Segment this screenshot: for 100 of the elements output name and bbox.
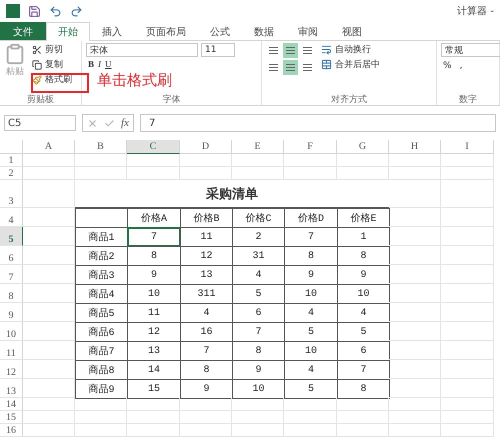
row-header[interactable]: 2 [0,167,23,180]
row-header[interactable]: 8 [0,284,23,303]
insert-function-button[interactable]: fx [121,117,129,129]
row-header[interactable]: 1 [0,154,23,167]
empty-cell[interactable] [389,265,441,284]
empty-cell[interactable] [75,398,127,411]
empty-cell[interactable] [284,154,337,167]
empty-cell[interactable] [232,424,284,437]
row-header[interactable]: 5 [0,227,23,246]
enter-icon[interactable] [104,118,115,128]
empty-cell[interactable] [180,167,232,180]
ribbon-tab[interactable]: 审阅 [286,22,330,40]
empty-cell[interactable] [441,360,494,379]
empty-cell[interactable] [441,180,494,208]
name-box[interactable]: C5 [4,115,76,131]
row-header[interactable]: 12 [0,360,23,379]
empty-cell[interactable] [441,208,494,227]
row-header[interactable]: 11 [0,341,23,360]
copy-button[interactable]: 复制 [30,58,74,71]
empty-cell[interactable] [75,424,127,437]
row-header[interactable]: 13 [0,379,23,398]
empty-cell[interactable] [284,411,337,424]
merge-center-button[interactable]: 合并后居中 [319,58,382,71]
row-header[interactable]: 3 [0,180,23,208]
underline-button[interactable]: U [103,59,114,69]
empty-cell[interactable] [441,379,494,398]
empty-cell[interactable] [180,411,232,424]
empty-cell[interactable] [284,167,337,180]
ribbon-tab[interactable]: 数据 [242,22,286,40]
empty-cell[interactable] [441,411,494,424]
font-name-field[interactable]: 宋体 [86,43,198,57]
ribbon-tab[interactable]: 视图 [330,22,374,40]
number-format-field[interactable]: 常规 [441,43,500,57]
empty-cell[interactable] [284,398,337,411]
column-header[interactable]: B [75,140,127,154]
empty-cell[interactable] [389,360,441,379]
empty-cell[interactable] [389,341,441,360]
ribbon-tab[interactable]: 公式 [198,22,242,40]
percent-button[interactable]: % [441,59,454,72]
file-tab[interactable]: 文件 [0,22,46,40]
column-header[interactable]: F [284,140,337,154]
column-header[interactable]: I [441,140,494,154]
empty-cell[interactable] [441,322,494,341]
row-header[interactable]: 14 [0,398,23,411]
undo-icon[interactable] [49,4,62,18]
empty-cell[interactable] [389,379,441,398]
row-header[interactable]: 4 [0,208,23,227]
column-header[interactable]: A [23,140,75,154]
empty-cell[interactable] [441,398,494,411]
empty-cell[interactable] [441,303,494,322]
cut-button[interactable]: 剪切 [30,43,74,56]
empty-cell[interactable] [180,398,232,411]
row-header[interactable]: 7 [0,265,23,284]
empty-cell[interactable] [441,227,494,246]
empty-cell[interactable] [441,167,494,180]
empty-cell[interactable] [389,284,441,303]
formula-field[interactable]: 7 [140,114,496,132]
ribbon-tab[interactable]: 插入 [90,22,134,40]
empty-cell[interactable] [75,154,127,167]
empty-cell[interactable] [337,398,389,411]
italic-button[interactable]: I [96,59,104,69]
empty-cell[interactable] [180,154,232,167]
empty-cell[interactable] [441,246,494,265]
row-header[interactable]: 10 [0,322,23,341]
empty-cell[interactable] [180,424,232,437]
wrap-text-button[interactable]: 自动换行 [319,43,382,56]
empty-cell[interactable] [441,424,494,437]
column-header[interactable]: G [337,140,389,154]
column-header[interactable]: E [232,140,284,154]
empty-cell[interactable] [389,208,441,227]
empty-cell[interactable] [232,167,284,180]
empty-cell[interactable] [232,398,284,411]
empty-cell[interactable] [389,180,441,208]
empty-cell[interactable] [389,411,441,424]
font-size-field[interactable]: 11 [201,43,235,57]
empty-cell[interactable] [337,411,389,424]
row-header[interactable]: 15 [0,411,23,424]
align-button[interactable] [283,43,298,58]
row-header[interactable]: 9 [0,303,23,322]
comma-button[interactable]: , [458,59,464,72]
empty-cell[interactable] [389,398,441,411]
empty-cell[interactable] [232,411,284,424]
empty-cell[interactable] [75,167,127,180]
ribbon-tab[interactable]: 开始 [46,22,90,41]
empty-cell[interactable] [337,424,389,437]
empty-cell[interactable] [389,227,441,246]
empty-cell[interactable] [232,154,284,167]
format-painter-button[interactable]: 格式刷 [30,73,74,86]
empty-cell[interactable] [127,398,180,411]
empty-cell[interactable] [389,424,441,437]
column-header[interactable]: D [180,140,232,154]
column-header[interactable]: C [127,140,180,154]
table-cell[interactable]: 7 [127,227,181,247]
align-button[interactable] [283,60,298,75]
save-icon[interactable] [28,4,41,18]
empty-cell[interactable] [127,154,180,167]
empty-cell[interactable] [441,284,494,303]
empty-cell[interactable] [127,424,180,437]
empty-cell[interactable] [284,424,337,437]
row-header[interactable]: 16 [0,424,23,437]
